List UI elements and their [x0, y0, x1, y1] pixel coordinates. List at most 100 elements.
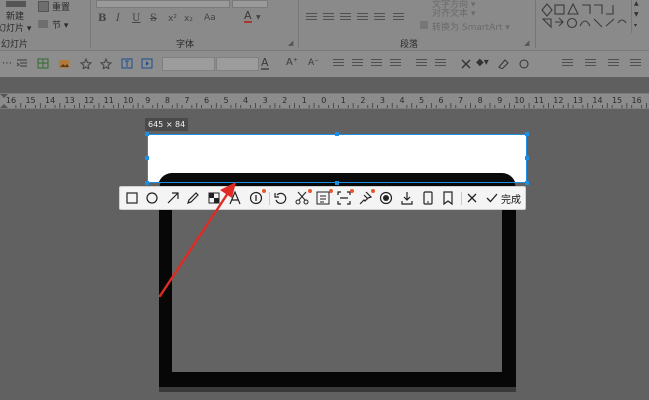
align-icon[interactable] — [630, 59, 641, 68]
new-badge-icon — [350, 189, 354, 193]
resize-handle-bottom-right[interactable] — [525, 181, 529, 185]
ruler-label: 13 — [64, 96, 75, 105]
dialog-launcher-icon[interactable]: ◢ — [288, 39, 293, 47]
justify-icon[interactable] — [357, 13, 368, 22]
justify-icon[interactable] — [390, 59, 401, 68]
laptop-base — [159, 387, 516, 392]
new-slide-sub-label: 幻灯片 ▾ — [0, 24, 32, 34]
shapes-gallery-scroll[interactable]: ▲ ▼ ▾ — [631, 0, 642, 33]
ruler-label: 3 — [379, 96, 385, 105]
undo-tool[interactable] — [273, 190, 289, 206]
grow-font-icon[interactable]: A⁺ — [286, 57, 298, 68]
align-right-icon[interactable] — [340, 13, 351, 22]
ellipse-tool[interactable] — [144, 190, 160, 206]
italic-button[interactable]: I — [116, 13, 120, 24]
phone-tool[interactable] — [420, 190, 436, 206]
textbox-icon[interactable] — [121, 58, 133, 69]
toolbar-divider — [461, 192, 462, 205]
resize-handle-top[interactable] — [335, 132, 339, 136]
font-size-combo[interactable] — [232, 0, 268, 8]
mosaic-tool[interactable] — [206, 190, 222, 206]
ocr-tool[interactable] — [315, 189, 333, 206]
star-icon[interactable] — [100, 58, 112, 69]
capture-selection[interactable] — [147, 134, 527, 183]
pen-icon — [187, 192, 199, 204]
number-tool[interactable] — [248, 189, 266, 206]
outline-icon[interactable] — [498, 58, 510, 69]
mosaic-icon — [208, 192, 220, 204]
change-case-button[interactable]: Aa — [204, 13, 216, 23]
font-name-combo[interactable] — [96, 0, 230, 8]
font-color-icon[interactable]: A — [244, 10, 252, 23]
indent-marker-icon[interactable] — [0, 94, 8, 108]
align-right-icon[interactable] — [371, 59, 382, 68]
convert-smartart-label: 转换为 SmartArt ▾ — [432, 23, 510, 33]
dialog-launcher-icon[interactable]: ◢ — [524, 39, 529, 47]
quick-format-toolbar: ⋯ A A⁺ A⁻ ◆▾ — [0, 50, 649, 77]
ruler-label: 7 — [458, 96, 464, 105]
group-icon[interactable] — [585, 59, 596, 68]
effects-icon[interactable] — [518, 58, 530, 69]
align-center-icon[interactable] — [323, 13, 334, 22]
arrow-tool[interactable] — [165, 190, 181, 206]
superscript-icon[interactable]: x² — [168, 14, 177, 24]
arrow-icon — [167, 192, 179, 204]
pen-tool[interactable] — [185, 190, 201, 206]
phone-icon — [423, 191, 433, 205]
reset-button[interactable]: 重置 — [38, 0, 78, 14]
resize-handle-left[interactable] — [145, 156, 149, 160]
ruler-label: 6 — [203, 96, 210, 105]
align-center-icon[interactable] — [352, 59, 363, 68]
ruler-label: 13 — [572, 96, 584, 105]
section-button[interactable]: 节 ▾ — [38, 18, 78, 32]
resize-handle-right[interactable] — [525, 156, 529, 160]
convert-smartart-button[interactable]: 转换为 SmartArt ▾ — [420, 20, 530, 33]
resize-handle-top-right[interactable] — [525, 132, 529, 136]
fill-color-icon[interactable]: ◆▾ — [476, 57, 489, 68]
shape-icon[interactable] — [80, 58, 92, 69]
new-slide-button[interactable]: 新建 幻灯片 ▾ — [0, 0, 36, 34]
paragraph-group-label: 段落 — [400, 40, 419, 50]
resize-handle-top-left[interactable] — [145, 132, 149, 136]
indent-icon[interactable] — [16, 58, 28, 69]
align-text-button[interactable]: 对齐文本 ▾ — [420, 8, 530, 19]
arrange-icon[interactable] — [562, 59, 573, 68]
font-name-combo[interactable] — [162, 57, 215, 71]
cancel-button[interactable] — [464, 190, 480, 206]
columns-icon[interactable] — [393, 13, 404, 22]
rotate-icon[interactable] — [608, 59, 619, 68]
align-left-icon[interactable] — [306, 13, 317, 22]
underline-button[interactable]: U — [132, 13, 140, 24]
download-tool[interactable] — [399, 190, 415, 206]
shapes-gallery[interactable] — [541, 2, 631, 32]
font-color-icon[interactable]: A — [261, 57, 269, 70]
bookmark-tool[interactable] — [440, 190, 456, 206]
font-size-combo[interactable] — [216, 57, 259, 71]
numbering-icon[interactable] — [435, 59, 446, 68]
ruler-label: 0 — [321, 96, 327, 105]
table-icon[interactable] — [37, 58, 49, 69]
picture-icon[interactable] — [58, 58, 70, 69]
scissors-tool[interactable] — [294, 189, 312, 206]
resize-handle-bottom[interactable] — [335, 181, 339, 185]
scan-tool[interactable] — [336, 189, 354, 206]
bullets-icon[interactable] — [416, 59, 427, 68]
done-button[interactable]: 完成 — [485, 189, 521, 207]
align-left-icon[interactable] — [333, 59, 344, 68]
distribute-icon[interactable] — [374, 13, 385, 22]
resize-handle-bottom-left[interactable] — [145, 181, 149, 185]
pin-tool[interactable] — [357, 189, 375, 206]
text-tool[interactable] — [227, 190, 243, 206]
bold-button[interactable]: B — [98, 13, 106, 24]
record-tool[interactable] — [378, 190, 394, 206]
ruler-label: 12 — [553, 96, 564, 105]
subscript-icon[interactable]: x₂ — [184, 14, 193, 24]
shrink-font-icon[interactable]: A⁻ — [308, 58, 319, 68]
media-icon[interactable] — [141, 58, 153, 69]
clear-format-icon[interactable] — [460, 58, 472, 69]
rectangle-tool[interactable] — [124, 190, 140, 206]
text-icon — [229, 190, 241, 205]
strikethrough-button[interactable]: S — [150, 13, 157, 24]
screenshot-toolbar: 完成 — [119, 186, 526, 210]
chevron-down-icon: ▼ — [256, 14, 261, 21]
